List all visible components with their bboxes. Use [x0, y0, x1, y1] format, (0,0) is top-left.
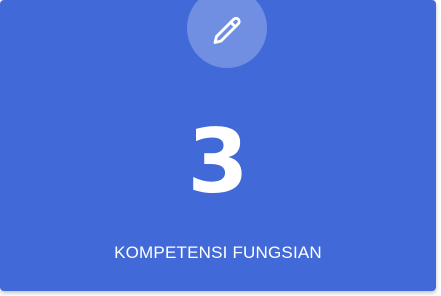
pencil-icon: [213, 16, 241, 44]
stat-count: 3: [187, 110, 249, 213]
icon-badge: [187, 0, 267, 68]
stat-label: KOMPETENSI FUNGSIAN: [114, 243, 322, 262]
stat-card-kompetensi-fungsian[interactable]: 3 KOMPETENSI FUNGSIAN: [0, 0, 436, 291]
